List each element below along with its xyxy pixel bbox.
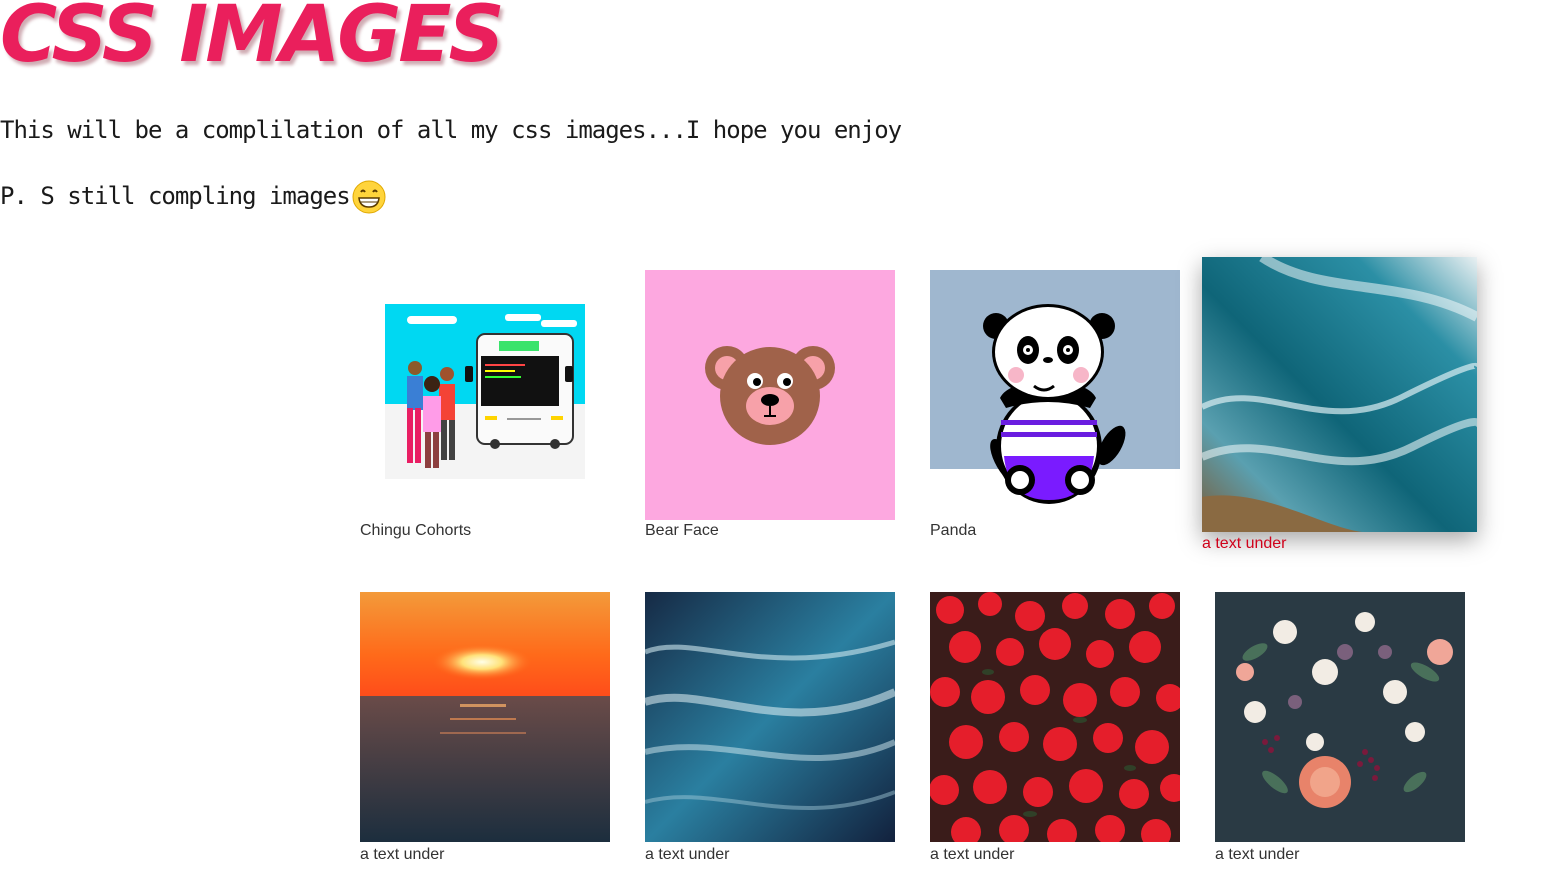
card-caption: Chingu Cohorts: [360, 522, 472, 539]
card-caption: a text under: [1202, 535, 1287, 552]
note-text-line: P. S still compling images: [0, 180, 386, 214]
card-caption: a text under: [645, 846, 730, 863]
gallery-card-ocean-wave[interactable]: a text under: [1202, 257, 1477, 557]
gallery-card-bear[interactable]: Bear Face: [645, 270, 895, 550]
panda-image[interactable]: [930, 270, 1180, 510]
note-text: P. S still compling images: [0, 182, 351, 210]
gallery-card-panda[interactable]: Panda: [930, 270, 1180, 550]
red-flowers-image[interactable]: [930, 592, 1180, 842]
intro-text: This will be a complilation of all my cs…: [0, 116, 902, 144]
page-title: CSS IMAGES: [0, 0, 505, 80]
card-caption: Bear Face: [645, 522, 719, 539]
card-caption: a text under: [360, 846, 445, 863]
card-caption: Panda: [930, 522, 977, 539]
flower-bouquet-image[interactable]: [1215, 592, 1465, 842]
chingu-cohorts-image[interactable]: [385, 304, 585, 479]
sunset-sea-image[interactable]: [360, 592, 610, 842]
ocean-water-image[interactable]: [645, 592, 895, 842]
gallery-card-chingu[interactable]: Chingu Cohorts: [360, 270, 610, 550]
card-caption: a text under: [930, 846, 1015, 863]
gallery-card-sunset[interactable]: a text under: [360, 592, 610, 867]
gallery-card-red-flowers[interactable]: a text under: [930, 592, 1180, 867]
gallery-card-bouquet[interactable]: a text under: [1215, 592, 1465, 867]
grinning-face-icon: [352, 180, 386, 214]
ocean-wave-image[interactable]: [1202, 257, 1477, 532]
gallery-card-ocean-water[interactable]: a text under: [645, 592, 895, 867]
bear-face-image[interactable]: [645, 270, 895, 520]
card-caption: a text under: [1215, 846, 1300, 863]
